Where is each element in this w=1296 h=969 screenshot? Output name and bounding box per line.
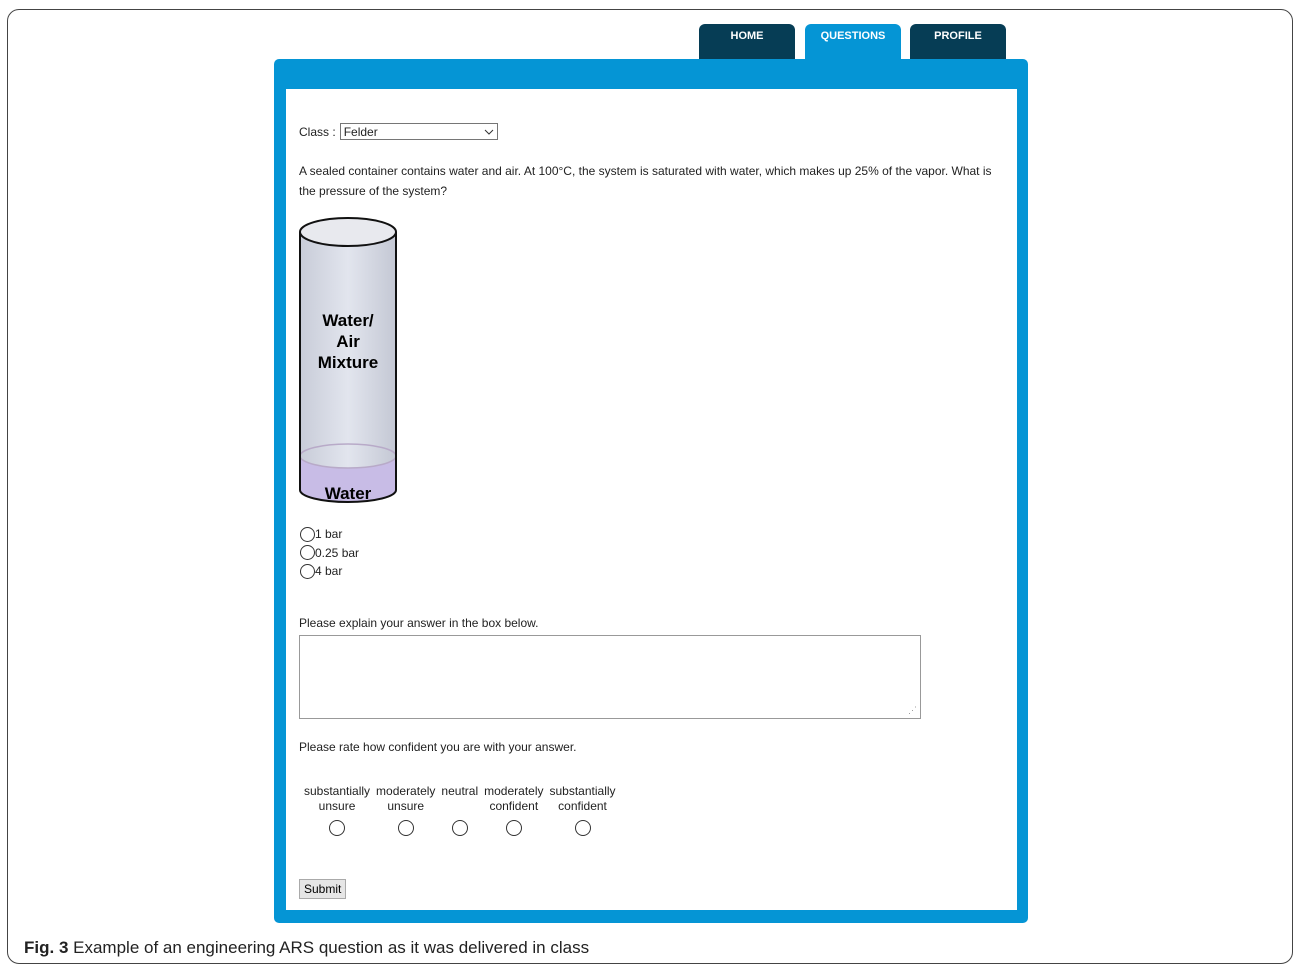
confidence-level-3: neutral (441, 784, 478, 836)
resize-grip-icon[interactable]: ⋰ (908, 705, 917, 716)
confidence-level-3-line1: neutral (441, 784, 479, 798)
figure-caption: Fig. 3 Example of an engineering ARS que… (24, 938, 589, 958)
container-illustration: Water/ Air Mixture Water (299, 217, 397, 503)
submit-button[interactable]: Submit (299, 879, 347, 899)
figure-number: Fig. 3 (24, 938, 69, 957)
confidence-level-5-radio[interactable] (574, 820, 591, 836)
class-row: Class : Felder (299, 123, 498, 140)
tab-profile[interactable]: PROFILE (910, 24, 1006, 62)
tab-home[interactable]: HOME (699, 24, 795, 62)
mixture-label-line-2: Air (336, 332, 360, 351)
class-label: Class : (299, 124, 336, 139)
option-3-label: 4 bar (315, 564, 343, 578)
caption-text: Example of an engineering ARS question a… (68, 938, 590, 957)
mixture-label-line-1: Water/ (322, 311, 374, 330)
confidence-label: Please rate how confident you are with y… (299, 740, 577, 754)
explain-textarea[interactable]: ⋰ (299, 635, 921, 719)
confidence-level-4-radio[interactable] (505, 820, 522, 836)
class-select-value: Felder (343, 124, 378, 139)
confidence-level-4: moderately confident (484, 784, 544, 836)
confidence-level-5-line2: confident (558, 799, 607, 813)
mixture-label-line-3: Mixture (318, 353, 378, 372)
confidence-level-4-line2: confident (489, 799, 539, 813)
confidence-level-1-line1: substantially (304, 784, 371, 798)
confidence-level-3-radio[interactable] (451, 820, 468, 836)
water-label: Water (325, 484, 372, 503)
question-content: Class : Felder A sealed container contai… (286, 89, 1017, 910)
class-select[interactable]: Felder (339, 123, 498, 140)
option-3-radio[interactable] (300, 563, 315, 579)
confidence-level-1-radio[interactable] (329, 820, 346, 836)
option-2-radio[interactable] (300, 545, 315, 561)
tab-questions[interactable]: QUESTIONS (805, 24, 901, 62)
chevron-down-icon (484, 129, 494, 135)
option-2-label: 0.25 bar (315, 545, 360, 560)
confidence-level-2-radio[interactable] (397, 820, 414, 836)
confidence-level-4-line1: moderately (484, 784, 544, 798)
explain-label: Please explain your answer in the box be… (299, 616, 539, 630)
confidence-level-5: substantially confident (550, 784, 616, 836)
confidence-level-2: moderately unsure (376, 784, 435, 836)
question-text: A sealed container contains water and ai… (299, 164, 992, 198)
answer-options: 1 bar 0.25 bar 4 bar (300, 525, 359, 581)
option-3[interactable]: 4 bar (300, 562, 359, 581)
option-1-label: 1 bar (315, 527, 343, 541)
confidence-level-5-line1: substantially (549, 784, 616, 798)
option-1[interactable]: 1 bar (300, 525, 359, 544)
option-1-radio[interactable] (300, 526, 315, 542)
confidence-level-2-line2: unsure (387, 799, 425, 813)
confidence-level-1: substantially unsure (304, 784, 370, 836)
confidence-scale: substantially unsure moderately unsure n… (304, 784, 622, 836)
confidence-level-1-line2: unsure (318, 799, 356, 813)
option-2[interactable]: 0.25 bar (300, 544, 359, 563)
confidence-level-2-line1: moderately (376, 784, 436, 798)
